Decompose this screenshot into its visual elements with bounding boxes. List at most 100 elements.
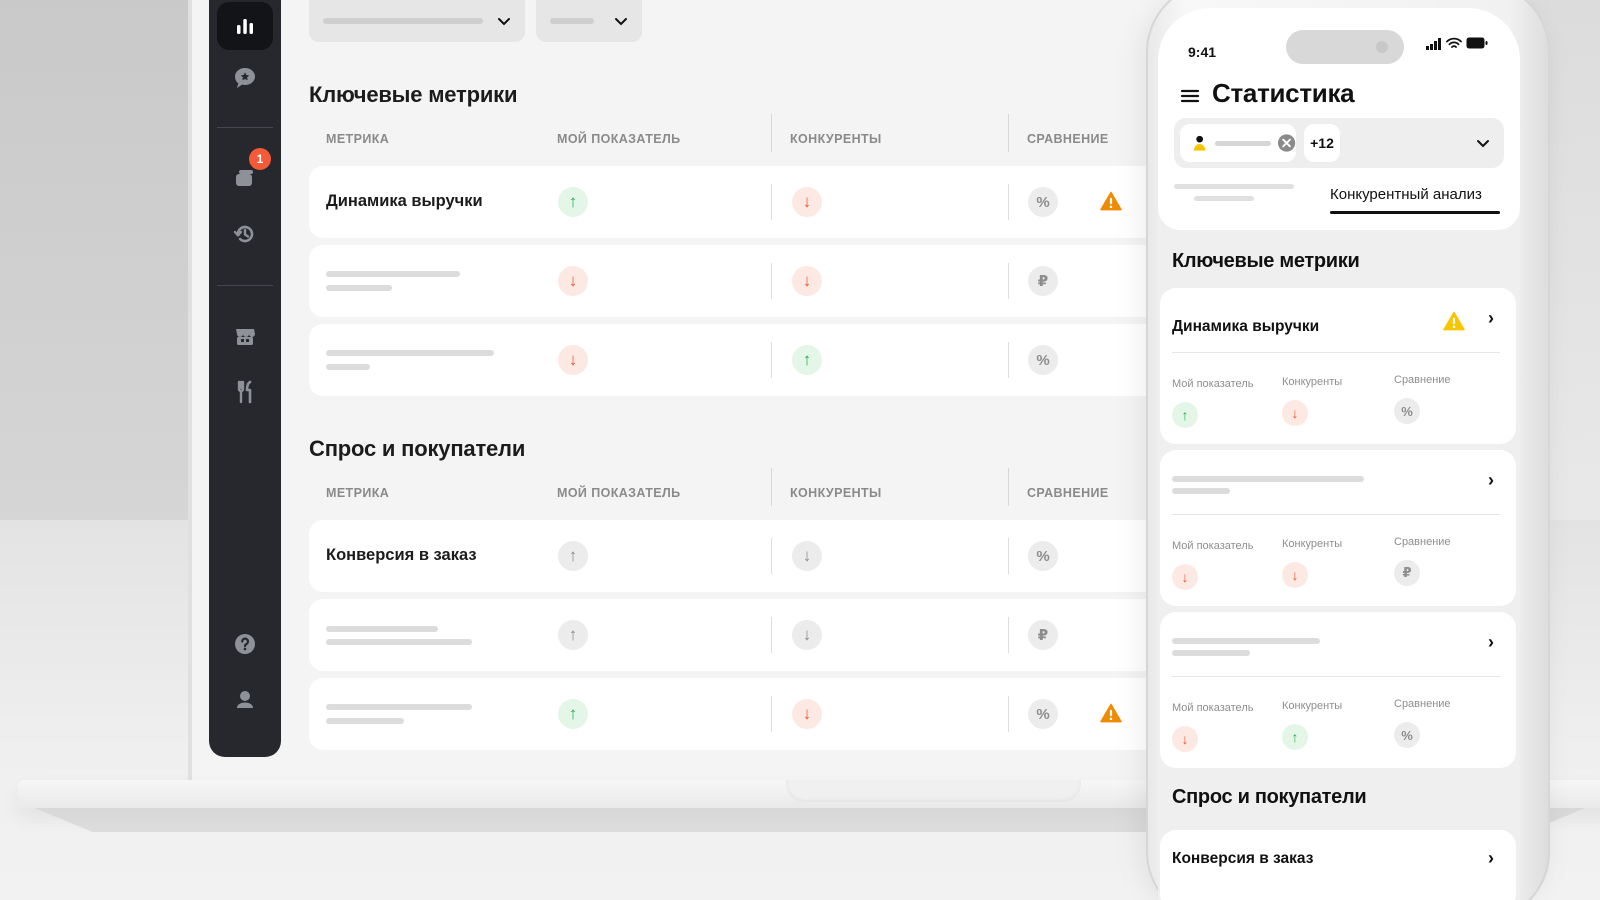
tab-placeholder[interactable]	[1174, 184, 1294, 189]
phone-screen: 9:41 Статистика +12 Конкурентный анализ …	[1158, 8, 1520, 900]
sidebar-item-profile[interactable]	[217, 676, 273, 724]
col-label-mine: Мой показатель	[1172, 702, 1254, 714]
compare-unit-icon: ₽	[1028, 266, 1058, 296]
sidebar-item-store[interactable]	[217, 312, 273, 360]
compare-unit-icon: ₽	[1394, 560, 1420, 586]
my-trend-icon: ↑	[1172, 402, 1198, 428]
active-tab-indicator	[1330, 211, 1500, 214]
store-icon	[236, 329, 255, 345]
phone-metric-card[interactable]: › Мой показатель Конкуренты Сравнение ↓ ↓ ₽	[1160, 450, 1516, 606]
label-placeholder	[1172, 476, 1364, 482]
background-wall	[0, 0, 200, 540]
restaurant-icon	[237, 380, 252, 404]
metric-row[interactable]: Конверсия в заказ ↑ ↓%	[309, 520, 1209, 592]
sidebar-item-history[interactable]	[217, 210, 273, 258]
sidebar-divider	[217, 285, 273, 286]
tab-competitor-analysis[interactable]: Конкурентный анализ	[1330, 186, 1482, 203]
column-divider	[771, 538, 772, 574]
sidebar-item-reviews[interactable]	[217, 54, 273, 102]
filter-chip[interactable]	[1180, 124, 1296, 162]
orders-badge: 1	[249, 148, 271, 170]
phone-page-title: Статистика	[1212, 78, 1355, 108]
my-trend-icon: ↑	[558, 541, 588, 571]
history-icon	[233, 225, 254, 243]
card-divider	[1172, 676, 1500, 677]
section-title-key-metrics: Ключевые метрики	[309, 82, 518, 107]
warning-icon[interactable]	[1100, 190, 1122, 217]
competitor-trend-icon: ↑	[1282, 724, 1308, 750]
col-label-mine: Мой показатель	[1172, 540, 1254, 552]
reviews-icon	[235, 68, 255, 88]
phone-filter-bar[interactable]: +12	[1174, 118, 1504, 168]
wifi-icon	[1446, 37, 1462, 48]
phone-section-demand: Спрос и покупатели	[1172, 786, 1367, 808]
col-label-compare: Сравнение	[1394, 698, 1451, 710]
col-header-compare: СРАВНЕНИЕ	[1027, 132, 1109, 146]
compare-unit-icon: %	[1394, 398, 1420, 424]
col-header-mine: МОЙ ПОКАЗАТЕЛЬ	[557, 486, 681, 500]
metric-row[interactable]: Динамика выручки ↑ ↓%	[309, 166, 1209, 238]
compare-unit-icon: ₽	[1028, 620, 1058, 650]
phone-metric-card[interactable]: › Мой показатель Конкуренты Сравнение ↓ ↑%	[1160, 612, 1516, 768]
label-placeholder	[326, 350, 494, 356]
column-divider	[1008, 617, 1009, 653]
chevron-down-icon	[615, 18, 627, 26]
metric-row[interactable]: ↓ ↑%	[309, 324, 1209, 396]
battery-icon	[1466, 37, 1488, 49]
my-trend-icon: ↑	[558, 187, 588, 217]
label-placeholder	[1172, 638, 1320, 644]
metric-label: Конверсия в заказ	[326, 546, 477, 564]
sidebar-item-orders[interactable]: 1	[217, 148, 273, 202]
warning-icon[interactable]	[1100, 702, 1122, 729]
my-trend-icon: ↑	[558, 699, 588, 729]
metric-row[interactable]: ↓ ↓ ₽	[309, 245, 1209, 317]
compare-unit-icon: %	[1394, 722, 1420, 748]
signal-icon	[1426, 38, 1441, 50]
column-divider	[771, 114, 772, 152]
my-trend-icon: ↓	[558, 266, 588, 296]
sidebar-item-restaurant[interactable]	[217, 368, 273, 416]
chevron-right-icon: ›	[1488, 848, 1494, 868]
metric-row[interactable]: ↑ ↓%	[309, 678, 1209, 750]
compare-unit-icon: %	[1028, 541, 1058, 571]
section-title-demand: Спрос и покупатели	[309, 436, 526, 461]
label-placeholder	[326, 285, 392, 291]
clear-icon[interactable]	[1277, 133, 1296, 153]
dropdown-placeholder	[323, 18, 483, 24]
chip-placeholder	[1215, 140, 1271, 146]
sidebar-item-statistics[interactable]	[217, 2, 273, 50]
chevron-down-icon[interactable]	[1476, 136, 1490, 150]
competitor-trend-icon: ↓	[792, 266, 822, 296]
filter-dropdown-2[interactable]	[536, 0, 642, 42]
column-divider	[771, 468, 772, 506]
column-divider	[1008, 184, 1009, 220]
filter-dropdown-1[interactable]	[309, 0, 525, 42]
label-placeholder	[326, 626, 438, 632]
sidebar: 1	[209, 0, 281, 757]
menu-icon[interactable]	[1180, 88, 1200, 104]
warning-icon[interactable]	[1443, 310, 1465, 337]
col-header-mine: МОЙ ПОКАЗАТЕЛЬ	[557, 132, 681, 146]
competitor-trend-icon: ↓	[792, 699, 822, 729]
col-label-mine: Мой показатель	[1172, 378, 1254, 390]
col-label-competitors: Конкуренты	[1282, 700, 1343, 712]
column-divider	[771, 342, 772, 378]
column-divider	[1008, 468, 1009, 506]
col-header-competitors: КОНКУРЕНТЫ	[790, 132, 882, 146]
dropdown-placeholder	[550, 18, 594, 24]
my-trend-icon: ↓	[1172, 726, 1198, 752]
phone-metric-card[interactable]: Динамика выручки › Мой показатель Конкурент…	[1160, 288, 1516, 444]
profile-icon	[237, 691, 253, 708]
chevron-down-icon	[498, 18, 510, 26]
column-divider	[1008, 114, 1009, 152]
filter-more-chip[interactable]: +12	[1304, 124, 1340, 162]
my-trend-icon: ↓	[558, 345, 588, 375]
chevron-right-icon: ›	[1488, 470, 1494, 490]
sidebar-item-help[interactable]	[217, 620, 273, 668]
metric-row[interactable]: ↑ ↓ ₽	[309, 599, 1209, 671]
orders-icon	[236, 170, 253, 186]
phone-card-conversion[interactable]: Конверсия в заказ ›	[1160, 830, 1516, 900]
label-placeholder	[1172, 650, 1250, 656]
col-header-competitors: КОНКУРЕНТЫ	[790, 486, 882, 500]
competitor-trend-icon: ↓	[1282, 400, 1308, 426]
